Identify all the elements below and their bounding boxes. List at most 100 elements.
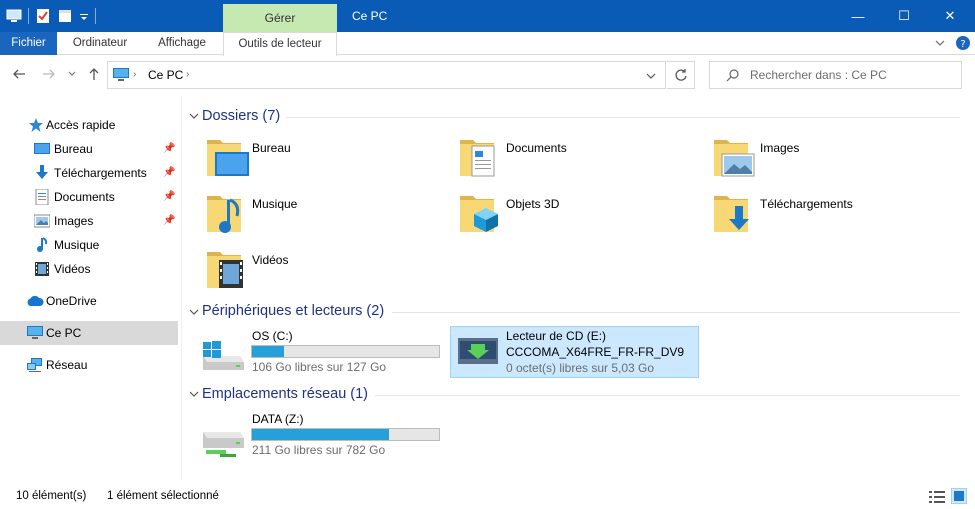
large-icons-view-icon[interactable] <box>950 487 968 509</box>
sidebar-item-label: Musique <box>54 238 100 252</box>
pictures-icon <box>33 213 51 229</box>
group-heading-emplacements-reseau[interactable]: Emplacements réseau (1) <box>202 384 368 404</box>
sidebar-item-onedrive[interactable]: OneDrive <box>0 289 178 313</box>
star-icon <box>28 117 44 133</box>
maximize-icon: ☐ <box>898 8 910 23</box>
drive-usage-bar <box>251 428 440 441</box>
folder-telechargements[interactable] <box>710 190 758 238</box>
sidebar-item-documents[interactable]: Documents 📌 <box>0 185 178 209</box>
folder-musique[interactable] <box>203 190 251 238</box>
drive-volume-label: CCCOMA_X64FRE_FR-FR_DV9 <box>506 345 685 359</box>
collapse-group-icon[interactable] <box>189 389 199 399</box>
back-arrow-icon[interactable] <box>10 65 28 83</box>
drive-os-c[interactable] <box>200 334 246 374</box>
collapse-group-icon[interactable] <box>189 307 199 317</box>
sidebar-item-label: Vidéos <box>54 262 91 276</box>
drive-data-z[interactable] <box>200 424 246 460</box>
ribbon-tabs: Fichier Ordinateur Affichage Outils de l… <box>0 32 975 56</box>
computer-icon <box>112 67 130 86</box>
address-dropdown-icon[interactable] <box>646 70 656 84</box>
folder-label[interactable]: Images <box>760 140 799 156</box>
folder-documents[interactable] <box>456 134 504 182</box>
tab-ordinateur[interactable]: Ordinateur <box>57 32 143 55</box>
folder-videos[interactable] <box>203 246 251 294</box>
status-bar: 10 élément(s) 1 élément sélectionné <box>0 484 975 509</box>
pin-icon[interactable]: 📌 <box>163 216 175 226</box>
expand-ribbon-icon[interactable] <box>934 36 946 50</box>
drive-cd-e[interactable] <box>457 334 499 368</box>
help-icon[interactable]: ? <box>955 35 971 51</box>
folder-bureau[interactable] <box>203 134 251 182</box>
sidebar-item-images[interactable]: Images 📌 <box>0 209 178 233</box>
video-icon <box>34 261 50 277</box>
tab-outils-de-lecteur[interactable]: Outils de lecteur <box>223 32 337 56</box>
address-bar[interactable]: › Ce PC › <box>107 61 666 89</box>
toolbar-separator <box>95 8 96 24</box>
computer-icon[interactable] <box>6 8 22 24</box>
breadcrumb-chevron-icon[interactable]: › <box>133 62 136 88</box>
pin-icon[interactable]: 📌 <box>163 192 175 202</box>
sidebar-item-reseau[interactable]: Réseau <box>0 353 178 377</box>
drive-name[interactable]: OS (C:) <box>252 328 293 344</box>
drive-name[interactable]: DATA (Z:) <box>252 411 304 427</box>
sidebar-item-label: Images <box>54 214 94 228</box>
sidebar-item-label: Ce PC <box>46 326 82 340</box>
pin-icon[interactable]: 📌 <box>163 144 175 154</box>
sidebar-item-acces-rapide[interactable]: Accès rapide <box>0 113 178 137</box>
group-divider <box>392 312 960 313</box>
group-heading-dossiers[interactable]: Dossiers (7) <box>202 106 280 126</box>
search-box[interactable]: Rechercher dans : Ce PC <box>709 61 962 89</box>
windows-drive-icon <box>203 341 244 370</box>
up-arrow-icon[interactable] <box>85 65 103 83</box>
breadcrumb-ce-pc[interactable]: Ce PC <box>148 62 183 88</box>
folder-label[interactable]: Musique <box>252 196 297 212</box>
refresh-button[interactable] <box>667 61 695 89</box>
sidebar-item-bureau[interactable]: Bureau 📌 <box>0 137 178 161</box>
videos-folder-icon <box>207 252 243 288</box>
cloud-icon <box>26 294 44 310</box>
collapse-group-icon[interactable] <box>189 111 199 121</box>
sidebar-item-musique[interactable]: Musique <box>0 233 178 257</box>
folder-label[interactable]: Bureau <box>252 140 291 156</box>
sidebar-item-ce-pc[interactable]: Ce PC <box>0 321 178 345</box>
maximize-button[interactable]: ☐ <box>881 0 927 32</box>
tab-gerer[interactable]: Gérer <box>223 4 337 32</box>
pane-divider[interactable] <box>181 96 182 480</box>
folder-images[interactable] <box>710 134 758 182</box>
folder-label[interactable]: Documents <box>506 140 567 156</box>
svg-text:?: ? <box>960 39 965 50</box>
window-title: Ce PC <box>352 9 388 23</box>
drive-name[interactable]: Lecteur de CD (E:) <box>506 328 606 344</box>
minimize-icon: — <box>851 8 865 24</box>
sidebar-item-label: Accès rapide <box>46 118 116 132</box>
tab-fichier[interactable]: Fichier <box>0 32 57 55</box>
sidebar-item-label: Bureau <box>54 142 93 156</box>
drive-usage-fill <box>252 346 284 357</box>
document-icon <box>34 188 50 206</box>
drive-usage-bar <box>251 345 440 358</box>
close-button[interactable]: ✕ <box>927 0 973 32</box>
folder-label[interactable]: Téléchargements <box>760 196 853 212</box>
toolbar-separator <box>28 8 29 24</box>
folder-objets-3d[interactable] <box>456 190 504 238</box>
forward-arrow-icon[interactable] <box>40 65 58 83</box>
recent-locations-icon[interactable] <box>66 65 78 83</box>
customize-dropdown-icon[interactable] <box>79 8 89 24</box>
drive-usage-fill <box>252 429 389 440</box>
properties-icon[interactable] <box>35 8 51 24</box>
minimize-button[interactable]: — <box>835 0 881 32</box>
new-folder-icon[interactable] <box>57 8 73 24</box>
sidebar-item-label: Réseau <box>46 358 88 372</box>
tab-affichage[interactable]: Affichage <box>143 32 221 55</box>
folder-label[interactable]: Vidéos <box>252 252 288 268</box>
sidebar-item-videos[interactable]: Vidéos <box>0 257 178 281</box>
folder-label[interactable]: Objets 3D <box>506 196 559 212</box>
group-heading-peripheriques[interactable]: Périphériques et lecteurs (2) <box>202 301 384 321</box>
sidebar-item-label: Documents <box>54 190 115 204</box>
desktop-folder-icon <box>207 140 249 176</box>
details-view-icon[interactable] <box>929 489 945 509</box>
sidebar-item-telechargements[interactable]: Téléchargements 📌 <box>0 161 178 185</box>
close-icon: ✕ <box>944 8 956 23</box>
pin-icon[interactable]: 📌 <box>163 168 175 178</box>
breadcrumb-chevron-icon[interactable]: › <box>186 62 189 88</box>
